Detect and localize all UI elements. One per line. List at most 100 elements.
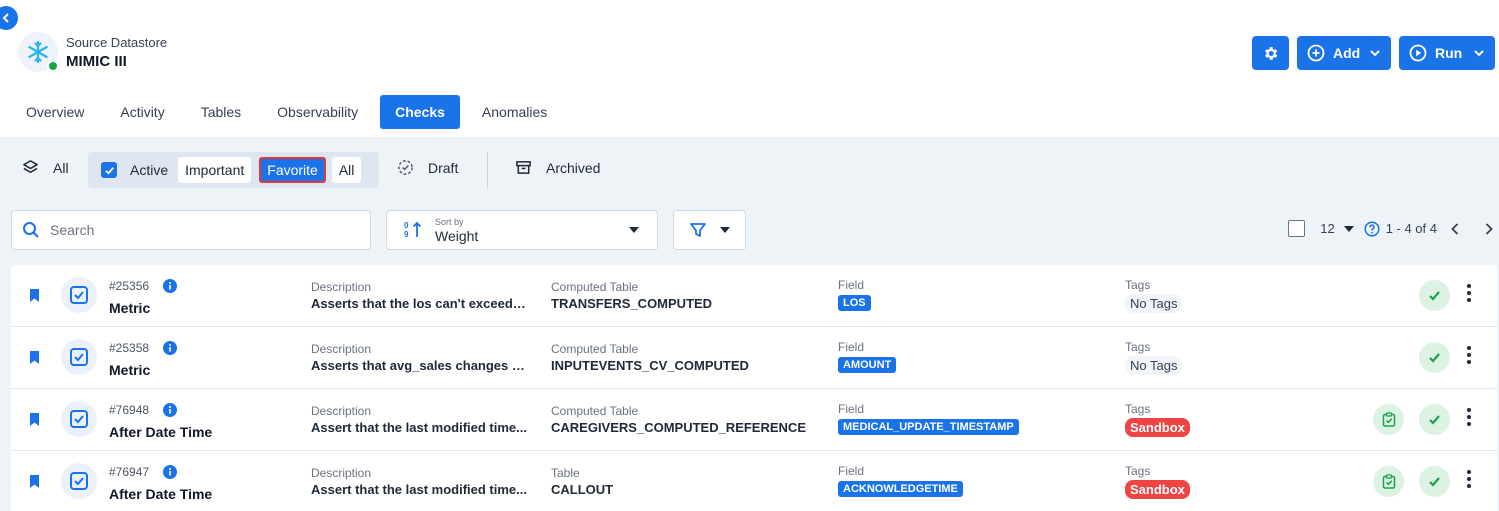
gear-icon [1265, 46, 1278, 60]
datastore-subtitle: Source Datastore [66, 34, 168, 50]
bookmark-icon[interactable] [29, 475, 40, 488]
archive-icon [516, 161, 531, 174]
page-size-value[interactable]: 12 [1320, 221, 1334, 236]
caret-down-icon[interactable] [1343, 225, 1354, 232]
settings-button[interactable] [1252, 36, 1289, 70]
check-table-cell: Computed Table INPUTEVENTS_CV_COMPUTED [551, 342, 821, 373]
search-icon [23, 222, 39, 238]
check-tags-cell: Tags No Tags [1125, 340, 1183, 375]
check-type-icon [61, 463, 97, 499]
field-chip: AMOUNT [838, 357, 897, 373]
search-input[interactable] [50, 222, 350, 238]
snowflake-logo [18, 32, 59, 72]
svg-text:9: 9 [404, 230, 409, 239]
filter-all[interactable]: All [22, 159, 69, 176]
check-row[interactable]: #76947 After Date Time Description Asser… [11, 451, 1497, 511]
check-row[interactable]: #25356 Metric Description Asserts that t… [11, 265, 1497, 327]
checkbox-icon [70, 348, 88, 366]
tab-tables[interactable]: Tables [187, 95, 255, 129]
sort-select[interactable]: 0 9 Sort by Weight [386, 210, 658, 250]
check-id: #76948 [109, 403, 150, 417]
tab-anomalies[interactable]: Anomalies [468, 95, 561, 129]
bookmark-icon[interactable] [29, 289, 40, 302]
check-field-cell: Field LOS [838, 278, 871, 311]
field-chip: ACKNOWLEDGETIME [838, 481, 963, 497]
bookmark-icon[interactable] [29, 413, 40, 426]
description-label: Description [311, 342, 372, 356]
sort-value: Weight [435, 227, 479, 244]
check-field-cell: Field MEDICAL_UPDATE_TIMESTAMP [838, 402, 1019, 435]
status-filter-row: All Active Important Favorite All Draft … [0, 137, 1499, 201]
more-options-icon[interactable] [1467, 470, 1471, 488]
favorite-filter[interactable]: Favorite [259, 157, 326, 183]
check-table-cell: Table CALLOUT [551, 466, 821, 497]
plus-circle-icon [1307, 44, 1325, 62]
bookmark-icon[interactable] [29, 351, 40, 364]
filter-draft-label: Draft [428, 159, 459, 176]
check-type: Metric [109, 300, 151, 316]
chevron-down-icon [1370, 50, 1380, 57]
check-description: Asserts that the los can't exceed t... [311, 296, 527, 311]
chevron-left-icon[interactable] [1451, 222, 1459, 235]
check-table: CALLOUT [551, 482, 614, 497]
layers-icon [23, 160, 38, 173]
filter-all-label: All [53, 159, 69, 176]
collapse-sidebar-button[interactable] [0, 6, 18, 30]
check-id-line: #76948 [109, 403, 178, 417]
active-label[interactable]: Active [130, 162, 168, 178]
check-row[interactable]: #76948 After Date Time Description Asser… [11, 389, 1497, 451]
tags-label: Tags [1125, 464, 1151, 478]
add-button[interactable]: Add [1297, 36, 1391, 70]
check-id: #25356 [109, 279, 150, 293]
run-button[interactable]: Run [1399, 36, 1495, 70]
important-filter[interactable]: Important [178, 157, 252, 183]
check-id-line: #25356 [109, 279, 178, 293]
sort-label: Sort by [435, 216, 464, 227]
check-icon [1429, 477, 1440, 487]
check-icon [1429, 291, 1440, 301]
check-type: After Date Time [109, 486, 213, 502]
info-icon[interactable] [163, 279, 178, 293]
check-table: INPUTEVENTS_CV_COMPUTED [551, 358, 749, 373]
description-label: Description [311, 280, 372, 294]
tab-observability[interactable]: Observability [263, 95, 372, 129]
check-tags-cell: Tags Sandbox [1125, 402, 1190, 437]
info-icon[interactable] [163, 403, 178, 417]
caret-down-icon [629, 227, 639, 233]
info-icon[interactable] [163, 465, 178, 479]
more-options-icon[interactable] [1467, 346, 1471, 364]
field-label: Field [838, 340, 865, 354]
filter-button[interactable] [673, 210, 746, 250]
online-status-dot [47, 60, 59, 72]
tab-checks[interactable]: Checks [380, 95, 460, 129]
help-circle-icon[interactable] [1364, 220, 1380, 237]
filter-archived[interactable]: Archived [515, 159, 600, 176]
check-row[interactable]: #25358 Metric Description Asserts that a… [11, 327, 1497, 389]
check-description: Asserts that avg_sales changes b... [311, 358, 527, 373]
tab-overview[interactable]: Overview [12, 95, 98, 129]
checkbox-icon [70, 410, 88, 428]
table-label: Computed Table [551, 342, 639, 356]
check-type: After Date Time [109, 424, 213, 440]
tag-badge: Sandbox [1125, 480, 1190, 499]
check-table-cell: Computed Table TRANSFERS_COMPUTED [551, 280, 821, 311]
chevron-right-icon[interactable] [1485, 222, 1493, 235]
select-all-checkbox[interactable] [1288, 220, 1306, 237]
more-options-icon[interactable] [1467, 284, 1471, 302]
filter-divider [487, 152, 488, 188]
check-description: Assert that the last modified time... [311, 482, 527, 497]
info-icon[interactable] [163, 341, 178, 355]
svg-text:0: 0 [404, 221, 409, 230]
active-all-filter[interactable]: All [331, 157, 362, 183]
more-options-icon[interactable] [1467, 408, 1471, 426]
filter-archived-label: Archived [546, 159, 601, 176]
field-label: Field [838, 402, 865, 416]
tab-activity[interactable]: Activity [106, 95, 178, 129]
active-checkbox[interactable] [101, 162, 117, 178]
tags-label: Tags [1125, 340, 1151, 354]
check-type: Metric [109, 362, 151, 378]
field-chip: MEDICAL_UPDATE_TIMESTAMP [838, 419, 1019, 435]
status-success-icon [1419, 342, 1450, 373]
top-actions: Add Run [1252, 36, 1495, 70]
filter-draft[interactable]: Draft [397, 159, 458, 176]
